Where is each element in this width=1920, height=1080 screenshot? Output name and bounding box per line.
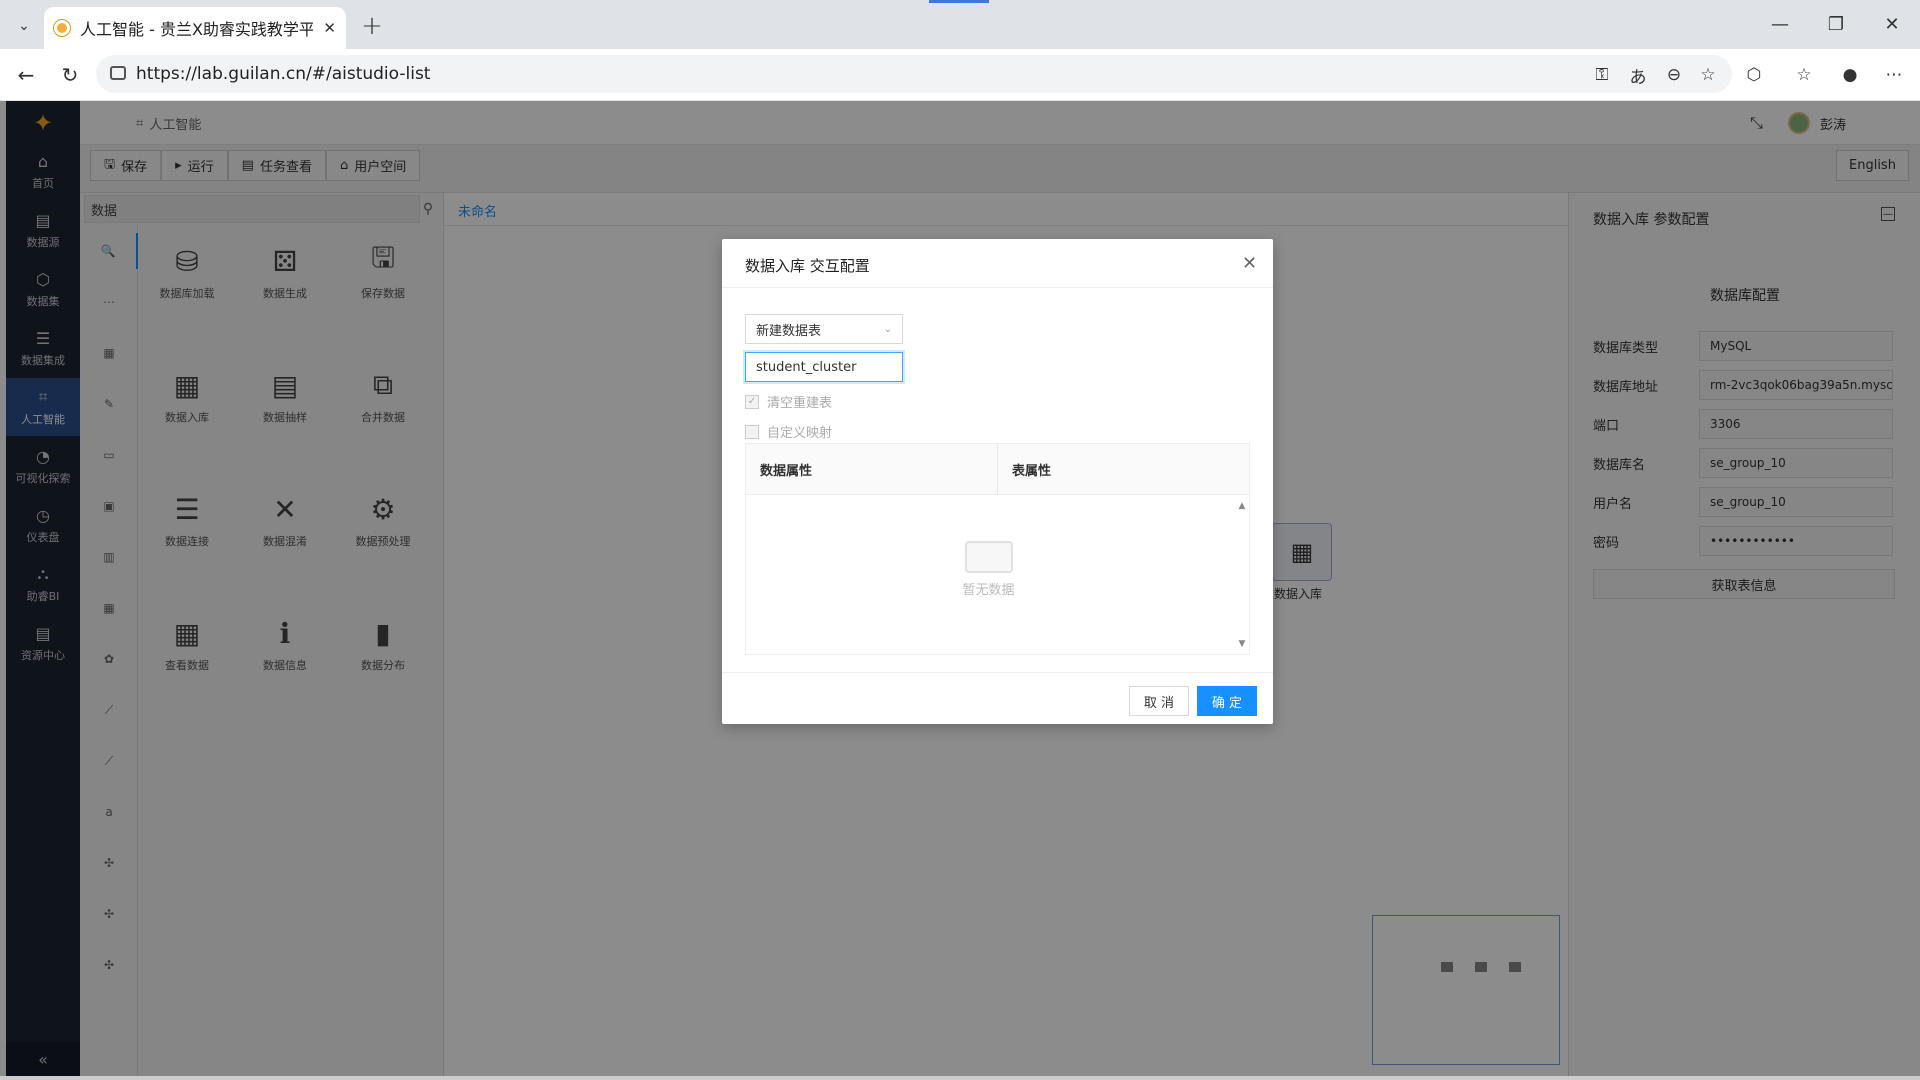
clear-rebuild-checkbox[interactable]: ✓ 清空重建表 [745, 392, 832, 411]
extensions-icon[interactable]: ⬡ [1740, 61, 1768, 89]
url-text: https://lab.guilan.cn/#/aistudio-list [136, 64, 431, 84]
reload-icon[interactable]: ↻ [54, 59, 86, 91]
confirm-button[interactable]: 确 定 [1197, 686, 1257, 716]
empty-state: 暂无数据 [746, 541, 1231, 598]
cancel-button[interactable]: 取 消 [1129, 686, 1189, 716]
favorite-icon[interactable]: ☆ [1694, 61, 1722, 89]
more-icon[interactable]: ⋯ [1880, 61, 1908, 89]
browser-tab-title: 人工智能 - 贵兰X助睿实践教学平台 [80, 20, 314, 39]
key-icon[interactable]: ⚿ [1588, 61, 1616, 89]
close-icon[interactable]: ✕ [1242, 253, 1257, 274]
translate-icon[interactable]: あ [1624, 61, 1652, 89]
column-header-table-attr: 表属性 [997, 444, 1249, 494]
checkbox-icon [745, 424, 759, 439]
back-icon[interactable]: ← [10, 59, 42, 91]
mapping-table-header: 数据属性 表属性 [745, 443, 1250, 495]
divider [722, 672, 1273, 673]
modal-title: 数据入库 交互配置 [745, 257, 870, 275]
mapping-table-body: 暂无数据 ▲ ▼ [745, 495, 1250, 655]
close-window-icon[interactable]: ✕ [1864, 0, 1920, 48]
close-tab-icon[interactable]: ✕ [323, 19, 336, 37]
scroll-down-icon[interactable]: ▼ [1239, 639, 1246, 649]
restore-icon[interactable]: ❐ [1808, 0, 1864, 48]
tab-indicator [929, 0, 989, 3]
interaction-config-modal: 数据入库 交互配置 ✕ 新建数据表 ⌄ student_cluster ✓ 清空重建… [722, 239, 1273, 724]
custom-map-label: 自定义映射 [767, 426, 833, 441]
chevron-down-icon: ⌄ [883, 323, 892, 335]
divider [722, 287, 1273, 288]
favicon-icon [54, 20, 70, 36]
clear-rebuild-label: 清空重建表 [767, 396, 833, 411]
new-tab-button[interactable]: + [356, 10, 388, 42]
url-field[interactable]: https://lab.guilan.cn/#/aistudio-list [96, 55, 1732, 93]
table-name-input[interactable]: student_cluster [745, 352, 903, 382]
empty-text: 暂无数据 [962, 583, 1015, 598]
collections-icon[interactable]: ☆ [1790, 61, 1818, 89]
checkbox-icon: ✓ [745, 394, 759, 409]
scrollbar[interactable]: ▲ ▼ [1234, 495, 1250, 655]
table-mode-select[interactable]: 新建数据表 ⌄ [745, 314, 903, 344]
browser-tabstrip: ⌄ 人工智能 - 贵兰X助睿实践教学平台 ✕ + — ❐ ✕ [0, 0, 1920, 49]
tab-search-icon[interactable]: ⌄ [8, 10, 40, 42]
minimize-icon[interactable]: — [1752, 0, 1808, 48]
lock-icon [110, 66, 126, 80]
browser-tab[interactable]: 人工智能 - 贵兰X助睿实践教学平台 ✕ [44, 7, 346, 49]
custom-map-checkbox[interactable]: 自定义映射 [745, 422, 832, 441]
profile-icon[interactable]: ● [1836, 61, 1864, 89]
address-bar: ← ↻ https://lab.guilan.cn/#/aistudio-lis… [0, 49, 1920, 101]
zoom-icon[interactable]: ⊖ [1660, 61, 1688, 89]
empty-inbox-icon [964, 541, 1013, 573]
scroll-up-icon[interactable]: ▲ [1239, 501, 1246, 511]
bottom-edge [0, 1076, 1920, 1080]
column-header-data-attr: 数据属性 [760, 463, 813, 479]
select-value: 新建数据表 [756, 323, 822, 339]
